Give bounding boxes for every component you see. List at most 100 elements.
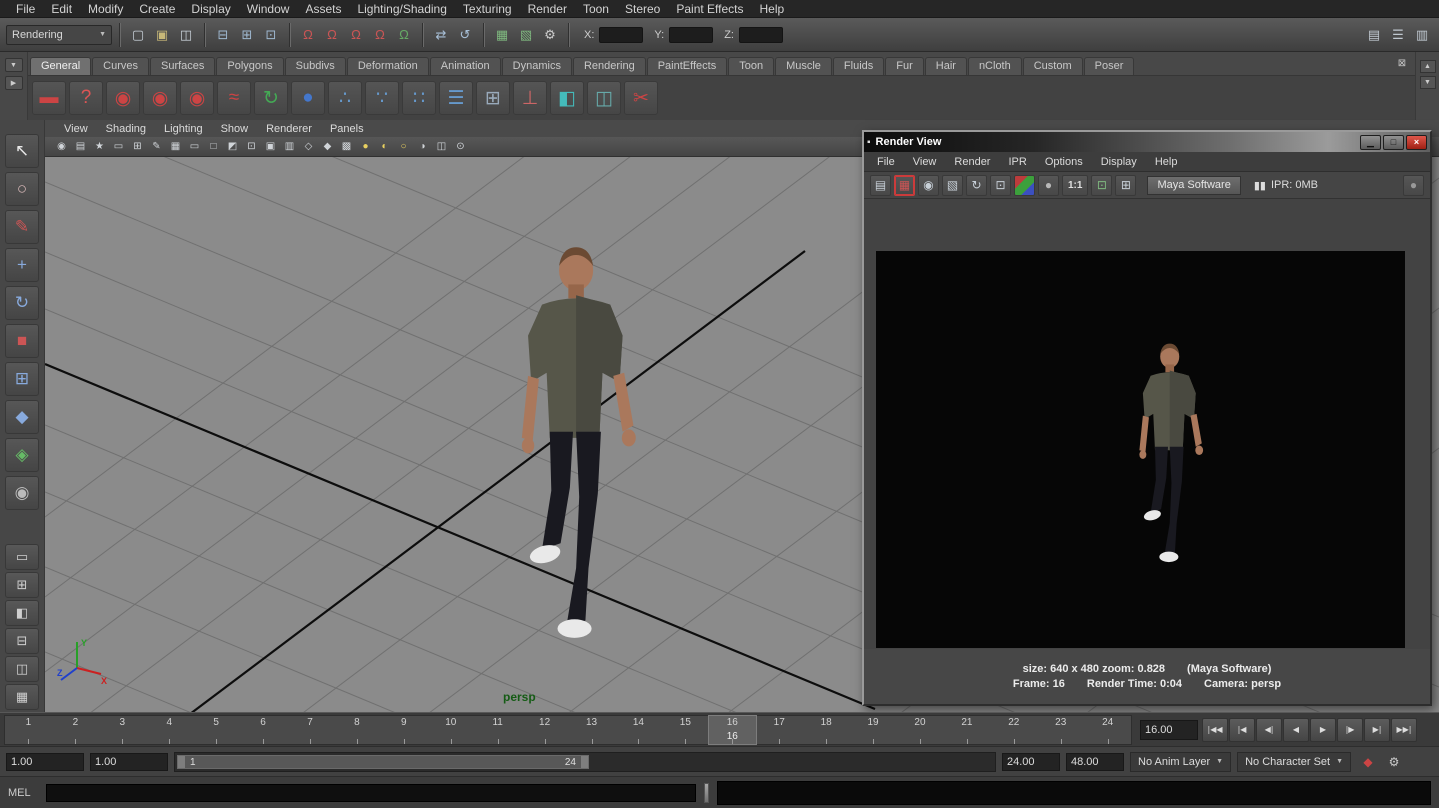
construction-history-icon[interactable]: ↺ — [454, 24, 476, 46]
menubar-item[interactable]: Toon — [575, 2, 617, 16]
step-forward-key-button[interactable]: |▶ — [1337, 718, 1363, 742]
timeline-frame[interactable]: 5 — [193, 716, 240, 744]
shelf-tab[interactable]: Fur — [885, 57, 924, 75]
render-view-menu-item[interactable]: View — [904, 156, 946, 168]
help-icon[interactable]: ? — [69, 81, 103, 115]
animation-end-field[interactable] — [1066, 753, 1124, 771]
timeline-frame[interactable]: 8 — [333, 716, 380, 744]
timeline-frame[interactable]: 22 — [990, 716, 1037, 744]
panel-menu-item[interactable]: Shading — [97, 123, 155, 135]
channel-box-toggle-icon[interactable]: ▥ — [1411, 24, 1433, 46]
two-sided-lighting-icon[interactable]: ◐ — [376, 139, 393, 155]
soft-modification-tool[interactable]: ◆ — [5, 400, 39, 434]
go-to-start-button[interactable]: |◀◀ — [1202, 718, 1228, 742]
shelf-tab[interactable]: Muscle — [775, 57, 832, 75]
menubar-item[interactable]: Render — [520, 2, 575, 16]
menubar-item[interactable]: Assets — [297, 2, 349, 16]
nurbs-cube-icon[interactable]: ◧ — [550, 81, 584, 115]
spreadsheet-icon[interactable]: ⊞ — [476, 81, 510, 115]
timeline-frame[interactable]: 6 — [240, 716, 287, 744]
timeline-frame[interactable]: 18 — [803, 716, 850, 744]
paint-selection-tool[interactable]: ✎ — [5, 210, 39, 244]
shelf-tab[interactable]: Rendering — [573, 57, 646, 75]
scale-tool[interactable]: ■ — [5, 324, 39, 358]
panel-menu-item[interactable]: Lighting — [155, 123, 212, 135]
camera-attributes-icon[interactable]: ▤ — [72, 139, 89, 155]
poly-stack-icon[interactable]: ◫ — [587, 81, 621, 115]
shelf-tabs-toggle-icon[interactable]: ▼ — [5, 58, 23, 72]
move-tool[interactable]: + — [5, 248, 39, 282]
shaded-icon[interactable]: ◆ — [319, 139, 336, 155]
resolution-gate-icon[interactable]: □ — [205, 139, 222, 155]
xray-icon[interactable]: ◫ — [433, 139, 450, 155]
delete-shelf-item-icon[interactable]: ⊠ — [1393, 55, 1411, 71]
menubar-item[interactable]: Lighting/Shading — [349, 2, 454, 16]
tool-settings-toggle-icon[interactable]: ☰ — [1387, 24, 1409, 46]
select-by-object-icon[interactable]: ⊞ — [236, 24, 258, 46]
alpha-channel-icon[interactable]: ● — [1038, 175, 1059, 196]
last-tool-used[interactable]: ◉ — [5, 476, 39, 510]
shelf-tab[interactable]: Poser — [1084, 57, 1135, 75]
panel-menu-item[interactable]: View — [55, 123, 97, 135]
bookmark-icon[interactable]: ★ — [91, 139, 108, 155]
arc-rotate-icon[interactable]: ↻ — [254, 81, 288, 115]
menubar-item[interactable]: Edit — [43, 2, 80, 16]
auto-keyframe-icon[interactable]: ◆ — [1357, 752, 1379, 772]
render-current-frame-icon[interactable]: ▦ — [491, 24, 513, 46]
shelf-tab[interactable]: Surfaces — [150, 57, 215, 75]
2d-pan-zoom-icon[interactable]: ⊞ — [129, 139, 146, 155]
save-scene-icon[interactable]: ◫ — [175, 24, 197, 46]
render-view-menu-item[interactable]: Help — [1146, 156, 1187, 168]
input-connections-icon[interactable]: ⇄ — [430, 24, 452, 46]
image-plane-icon[interactable]: ▭ — [110, 139, 127, 155]
redo-previous-render-icon[interactable]: ▦ — [894, 175, 915, 196]
shelf-tab[interactable]: Dynamics — [502, 57, 572, 75]
refresh-ipr-icon[interactable]: ↻ — [966, 175, 987, 196]
timeline-frame[interactable]: 21 — [943, 716, 990, 744]
grid-toggle-icon[interactable]: ▦ — [167, 139, 184, 155]
maximize-button[interactable]: □ — [1383, 135, 1404, 150]
current-time-field[interactable] — [1140, 720, 1198, 740]
anim-layer-selector[interactable]: No Anim Layer ▼ — [1130, 752, 1231, 772]
camera-icon[interactable]: ◉ — [106, 81, 140, 115]
menubar-item[interactable]: Modify — [80, 2, 131, 16]
rotate-tool[interactable]: ↻ — [5, 286, 39, 320]
menu-set-selector[interactable]: Rendering ▼ — [6, 25, 112, 45]
panel-menu-item[interactable]: Show — [212, 123, 258, 135]
shelf-tab[interactable]: PaintEffects — [647, 57, 728, 75]
graph-editor-icon[interactable]: ∷ — [402, 81, 436, 115]
render-view-titlebar[interactable]: ▪ Render View ▁□× — [864, 132, 1430, 152]
menubar-item[interactable]: Window — [239, 2, 298, 16]
render-view-menu-item[interactable]: Render — [945, 156, 999, 168]
timeline-frame[interactable]: 7 — [287, 716, 334, 744]
timeline-frame[interactable]: 2 — [52, 716, 99, 744]
snapshot-icon[interactable]: ◉ — [918, 175, 939, 196]
select-by-hierarchy-icon[interactable]: ⊟ — [212, 24, 234, 46]
menubar-item[interactable]: Help — [752, 2, 793, 16]
open-scene-icon[interactable]: ▣ — [151, 24, 173, 46]
panel-menu-item[interactable]: Renderer — [257, 123, 321, 135]
playback-start-field[interactable] — [90, 753, 168, 771]
snap-to-point-icon[interactable]: Ω — [345, 24, 367, 46]
use-all-lights-icon[interactable]: ● — [357, 139, 374, 155]
command-language-label[interactable]: MEL — [8, 787, 38, 799]
make-live-icon[interactable]: Ω — [393, 24, 415, 46]
timeline-frame[interactable]: 1 — [5, 716, 52, 744]
layout-hypershade-button[interactable]: ◫ — [5, 656, 39, 682]
shelf-tab[interactable]: Subdivs — [285, 57, 346, 75]
shelf-tab[interactable]: nCloth — [968, 57, 1022, 75]
x-coordinate-input[interactable] — [599, 27, 643, 43]
timeline-frame[interactable]: 10 — [427, 716, 474, 744]
shelf-tab[interactable]: Polygons — [216, 57, 283, 75]
menubar-item[interactable]: Display — [183, 2, 238, 16]
menubar-item[interactable]: Stereo — [617, 2, 668, 16]
go-to-end-button[interactable]: ▶▶| — [1391, 718, 1417, 742]
one-to-one-icon[interactable]: 1:1 — [1062, 175, 1088, 196]
safe-action-icon[interactable]: ▣ — [262, 139, 279, 155]
layout-single-pane-button[interactable]: ▭ — [5, 544, 39, 570]
field-chart-icon[interactable]: ⊡ — [243, 139, 260, 155]
play-forwards-button[interactable]: ▶ — [1310, 718, 1336, 742]
play-backwards-button[interactable]: ◀ — [1283, 718, 1309, 742]
ipr-render-icon[interactable]: ▧ — [942, 175, 963, 196]
panel-menu-item[interactable]: Panels — [321, 123, 373, 135]
